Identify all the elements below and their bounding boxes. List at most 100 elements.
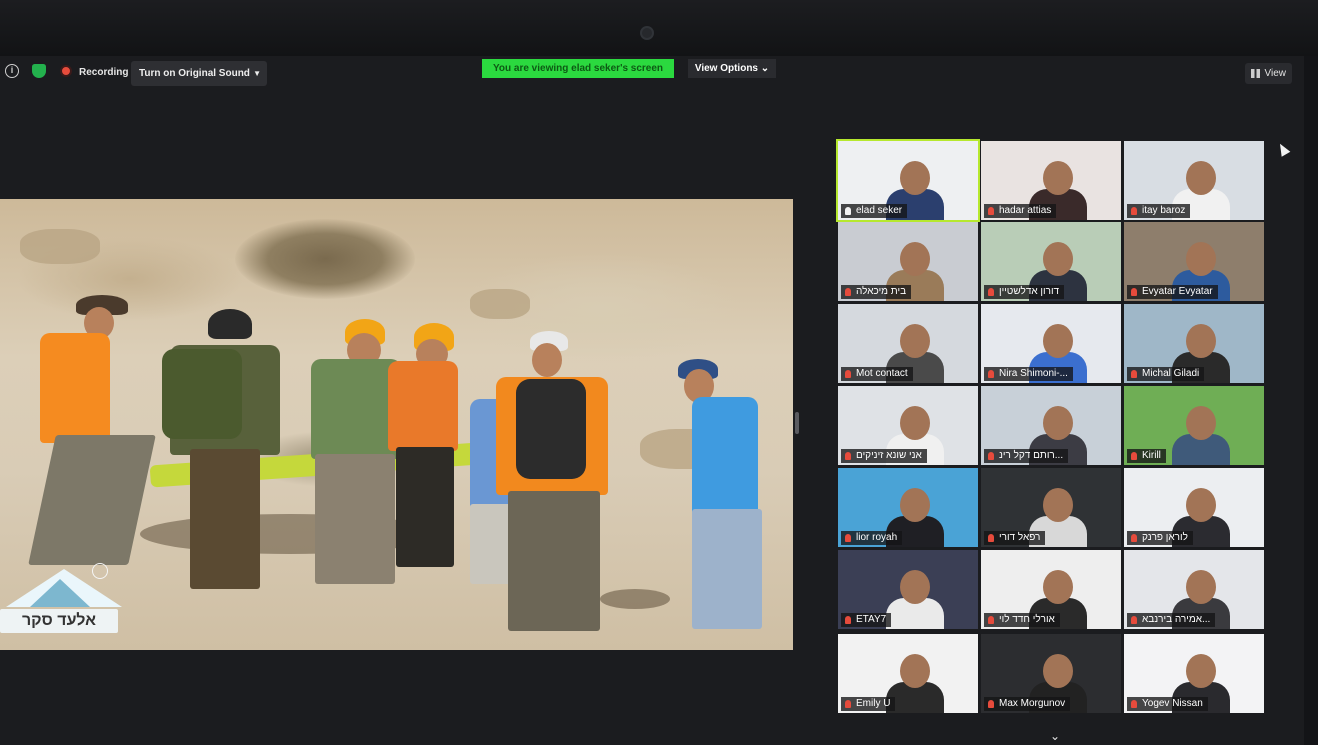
participant-name-label: Emily U <box>841 697 896 711</box>
participant-name: elad seker <box>856 205 903 216</box>
rock <box>470 289 530 319</box>
muted-mic-icon <box>845 534 851 542</box>
participant-name-label: Mot contact <box>841 367 913 381</box>
muted-mic-icon <box>1131 452 1137 460</box>
participant-video-head <box>1186 654 1216 688</box>
participant-video-head <box>1186 242 1216 276</box>
participant-tile[interactable]: itay baroz <box>1124 141 1264 220</box>
participant-video-head <box>1043 242 1073 276</box>
participant-name-label: Yogev Nissan <box>1127 697 1208 711</box>
view-button[interactable]: View <box>1245 63 1292 84</box>
participant-name-label: אני שונא זיניקים <box>841 449 927 463</box>
muted-mic-icon <box>988 288 994 296</box>
meeting-top-bar: i Recording Turn on Original Sound ▼ You… <box>0 58 1304 88</box>
participant-name: Mot contact <box>856 368 908 379</box>
original-sound-button[interactable]: Turn on Original Sound ▼ <box>131 61 267 86</box>
participant-name-label: רותם דקל רינ... <box>984 449 1069 463</box>
participant-name: Max Morgunov <box>999 698 1066 709</box>
chevron-down-icon[interactable]: ⌄ <box>1050 729 1060 743</box>
participant-video-head <box>1186 324 1216 358</box>
participant-video-head <box>1043 161 1073 195</box>
participant-tile[interactable]: Nira Shimoni-... <box>981 304 1121 383</box>
participant-name: Michal Giladi <box>1142 368 1200 379</box>
participant-video-head <box>1186 570 1216 604</box>
participant-tile[interactable]: Mot contact <box>838 304 978 383</box>
participant-video-head <box>1186 161 1216 195</box>
participant-video-head <box>900 406 930 440</box>
muted-mic-icon <box>988 616 994 624</box>
split-resize-handle[interactable] <box>795 412 799 434</box>
muted-mic-icon <box>845 616 851 624</box>
webcam-icon <box>640 26 654 40</box>
channel-watermark: אלעד סקר <box>0 569 122 637</box>
participant-tile[interactable]: Michal Giladi <box>1124 304 1264 383</box>
muted-mic-icon <box>1131 207 1137 215</box>
participant-name: אורלי חדד לוי <box>999 614 1055 625</box>
muted-mic-icon <box>845 288 851 296</box>
participant-video-head <box>1043 488 1073 522</box>
participant-video-head <box>900 161 930 195</box>
participant-name-label: hadar attias <box>984 204 1057 218</box>
original-sound-label: Turn on Original Sound <box>139 68 250 79</box>
participant-tile[interactable]: Kirill <box>1124 386 1264 465</box>
participant-name: Evyatar Evyatar <box>1142 286 1213 297</box>
participant-tile[interactable]: דורון אדלשטיין <box>981 222 1121 301</box>
participant-tile[interactable]: בית מיכאלה <box>838 222 978 301</box>
rock <box>20 229 100 264</box>
chevron-down-icon[interactable]: ▼ <box>253 61 261 86</box>
participant-tile[interactable]: לוראן פרנק <box>1124 468 1264 547</box>
muted-mic-icon <box>845 452 851 460</box>
participant-tile[interactable]: אורלי חדד לוי <box>981 550 1121 629</box>
info-icon[interactable]: i <box>5 64 19 78</box>
participant-tile[interactable]: Evyatar Evyatar <box>1124 222 1264 301</box>
muted-mic-icon <box>988 207 994 215</box>
participant-tile[interactable]: hadar attias <box>981 141 1121 220</box>
participant-tile[interactable]: Max Morgunov <box>981 634 1121 713</box>
shared-screen-video[interactable]: אלעד סקר <box>0 199 793 650</box>
view-options-button[interactable]: View Options ⌄ <box>688 59 776 78</box>
participant-name: דורון אדלשטיין <box>999 286 1060 297</box>
participant-name-label: elad seker <box>841 204 908 218</box>
participant-name: רותם דקל רינ... <box>999 450 1064 461</box>
muted-mic-icon <box>1131 288 1137 296</box>
recording-icon <box>60 65 72 77</box>
participant-tile[interactable]: רפאל דורי <box>981 468 1121 547</box>
participant-tile[interactable]: Emily U <box>838 634 978 713</box>
participant-video-head <box>1186 488 1216 522</box>
participant-name-label: Kirill <box>1127 449 1166 463</box>
participant-name-label: בית מיכאלה <box>841 285 912 299</box>
participant-tile[interactable]: אני שונא זיניקים <box>838 386 978 465</box>
ground-shadow <box>600 589 670 609</box>
grid-view-icon <box>1251 69 1260 78</box>
muted-mic-icon <box>1131 534 1137 542</box>
participant-name: רפאל דורי <box>999 532 1041 543</box>
muted-mic-icon <box>845 700 851 708</box>
participant-tile[interactable]: lior royah <box>838 468 978 547</box>
participant-name: אני שונא זיניקים <box>856 450 922 461</box>
participant-name: לוראן פרנק <box>1142 532 1188 543</box>
participant-tile[interactable]: elad seker <box>836 139 980 222</box>
recording-label: Recording <box>79 67 129 78</box>
participant-name-label: אורלי חדד לוי <box>984 613 1060 627</box>
participant-name: Emily U <box>856 698 891 709</box>
participant-name: itay baroz <box>1142 205 1186 216</box>
participant-video-head <box>900 654 930 688</box>
muted-mic-icon <box>1131 700 1137 708</box>
participant-name: אמירה בירנבא... <box>1142 614 1211 625</box>
muted-mic-icon <box>845 370 851 378</box>
participant-tile[interactable]: אמירה בירנבא... <box>1124 550 1264 629</box>
participant-tile[interactable]: רותם דקל רינ... <box>981 386 1121 465</box>
participant-video-head <box>1043 406 1073 440</box>
participant-name-label: Michal Giladi <box>1127 367 1205 381</box>
participant-name-label: דורון אדלשטיין <box>984 285 1065 299</box>
participant-name-label: אמירה בירנבא... <box>1127 613 1216 627</box>
participant-video-head <box>900 242 930 276</box>
participant-name: hadar attias <box>999 205 1052 216</box>
participant-name: Yogev Nissan <box>1142 698 1203 709</box>
muted-mic-icon <box>1131 616 1137 624</box>
participant-tile[interactable]: ETAY7 <box>838 550 978 629</box>
participant-name-label: ETAY7 <box>841 613 892 627</box>
security-shield-icon[interactable] <box>32 64 46 78</box>
muted-mic-icon <box>988 534 994 542</box>
participant-tile[interactable]: Yogev Nissan <box>1124 634 1264 713</box>
